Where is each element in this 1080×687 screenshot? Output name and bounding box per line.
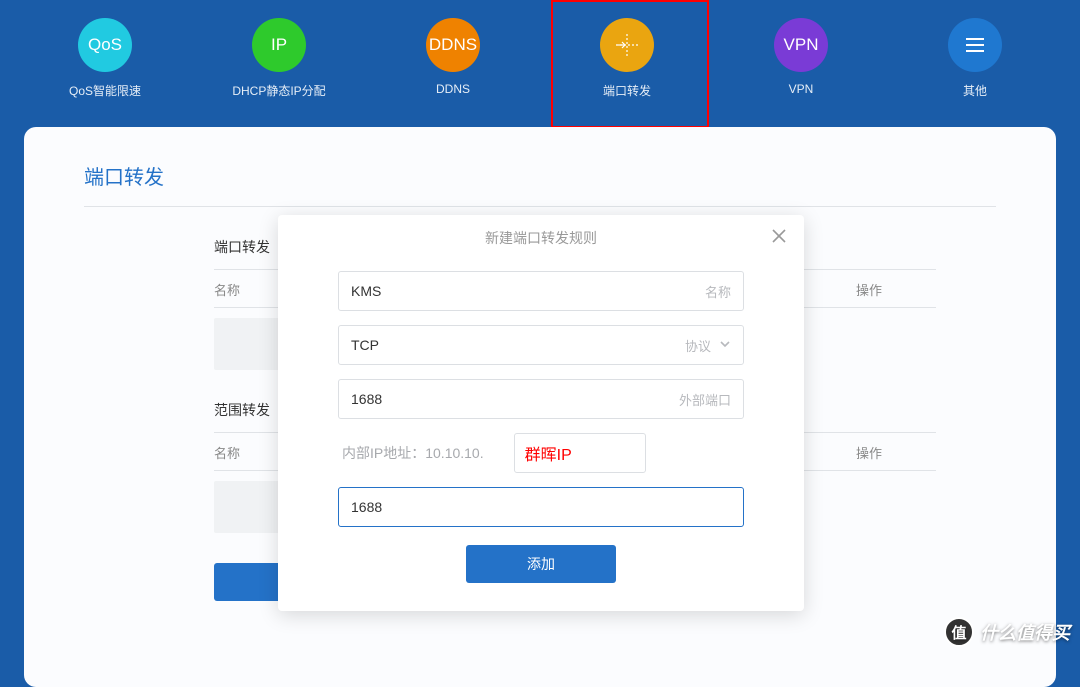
int-port-field-wrap[interactable] [338,487,744,527]
internal-port-input[interactable] [351,499,731,515]
watermark: 值 什么值得买 [944,617,1070,647]
tab-indicator-arrow [618,134,638,146]
nav-other[interactable]: 其他 [920,18,1030,99]
ddns-icon: DDNS [426,18,480,72]
qos-icon: QoS [78,18,132,72]
new-rule-modal: 新建端口转发规则 名称 TCP 协议 外部端口 内部IP地址：10.10.10. [278,215,804,611]
col-op-2: 操作 [856,443,936,462]
watermark-badge-icon: 值 [944,617,974,647]
modal-body: 名称 TCP 协议 外部端口 内部IP地址：10.10.10. 群晖IP 添加 [278,261,804,611]
protocol-label: 协议 [685,336,711,355]
nav-vpn-label: VPN [789,82,814,96]
page-title: 端口转发 [84,161,996,207]
menu-icon [948,18,1002,72]
vpn-icon: VPN [774,18,828,72]
port-forward-icon [600,18,654,72]
close-icon[interactable] [770,227,788,248]
nav-ip[interactable]: IP DHCP静态IP分配 [224,18,334,99]
name-field-wrap[interactable]: 名称 [338,271,744,311]
name-field-label: 名称 [705,282,731,301]
external-port-input[interactable] [351,391,669,407]
protocol-value: TCP [351,337,675,353]
internal-ip-prefix: 内部IP地址：10.10.10. [338,443,514,463]
ext-port-field-wrap[interactable]: 外部端口 [338,379,744,419]
col-op: 操作 [856,280,936,299]
nav-port-label: 端口转发 [603,82,651,99]
nav-ddns-label: DDNS [436,82,470,96]
nav-vpn[interactable]: VPN VPN [746,18,856,99]
nav-port-forward[interactable]: 端口转发 [572,18,682,99]
watermark-text: 什么值得买 [980,619,1070,645]
nav-ip-label: DHCP静态IP分配 [232,82,325,99]
nav-qos[interactable]: QoS QoS智能限速 [50,18,160,99]
ext-port-label: 外部端口 [679,390,731,409]
internal-ip-row: 内部IP地址：10.10.10. 群晖IP [338,433,744,473]
nav-qos-label: QoS智能限速 [69,82,141,99]
nav-ddns[interactable]: DDNS DDNS [398,18,508,99]
protocol-select[interactable]: TCP 协议 [338,325,744,365]
nav-other-label: 其他 [963,82,987,99]
ip-icon: IP [252,18,306,72]
modal-header: 新建端口转发规则 [278,215,804,261]
chevron-down-icon [719,337,731,353]
internal-ip-input[interactable]: 群晖IP [514,433,646,473]
top-nav: QoS QoS智能限速 IP DHCP静态IP分配 DDNS DDNS 端口转发… [0,0,1080,109]
modal-title: 新建端口转发规则 [485,228,597,248]
add-button[interactable]: 添加 [466,545,616,583]
name-input[interactable] [351,283,695,299]
